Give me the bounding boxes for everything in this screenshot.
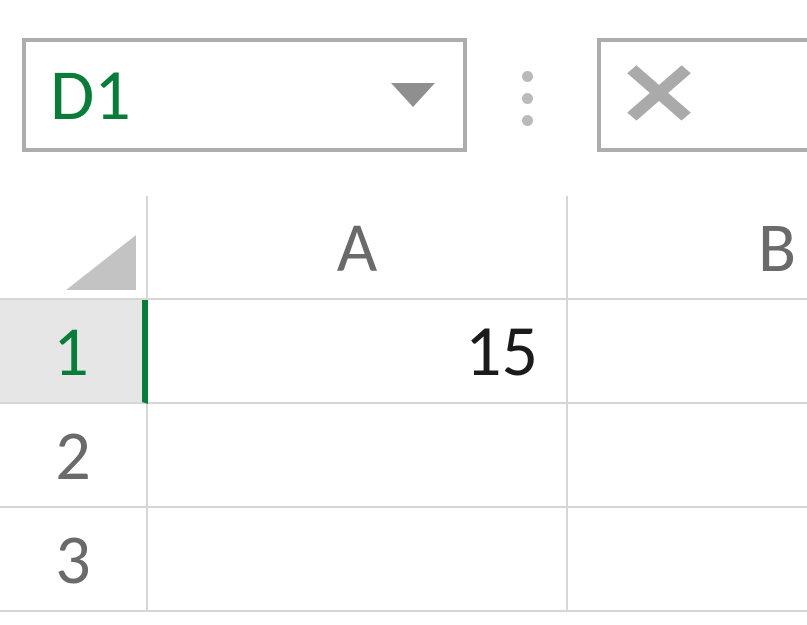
cell-b2[interactable] [568,404,807,508]
formula-bar-separator[interactable] [522,60,533,137]
cell-b3[interactable] [568,508,807,612]
column-header-b[interactable]: B [568,196,807,300]
name-box[interactable]: D1 [22,38,467,152]
row-header-1[interactable]: 1 [0,300,148,404]
cell-a2[interactable] [148,404,568,508]
cancel-icon[interactable]: ✕ [613,51,705,139]
row-header-2[interactable]: 2 [0,404,148,508]
cell-a1[interactable]: 15 [148,300,568,404]
cell-b1[interactable] [568,300,807,404]
cell-a3[interactable] [148,508,568,612]
formula-input-area[interactable]: ✕ [597,38,807,152]
name-box-dropdown-icon[interactable] [391,83,435,107]
spreadsheet-grid: A B 1 15 2 3 [0,196,807,612]
column-header-a[interactable]: A [148,196,568,300]
row-header-3[interactable]: 3 [0,508,148,612]
select-all-corner[interactable] [0,196,148,300]
formula-bar: D1 ✕ [0,0,807,160]
name-box-text[interactable]: D1 [26,59,391,131]
